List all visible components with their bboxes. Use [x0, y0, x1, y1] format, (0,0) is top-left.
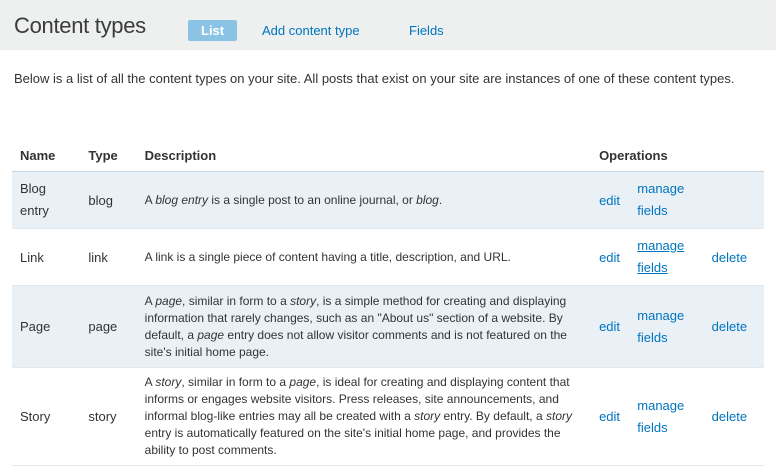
row-name: Link — [12, 228, 81, 286]
row-description: A blog entry is a single post to an onli… — [136, 171, 592, 229]
manage-fields-line-1: manage — [637, 238, 685, 253]
edit-link[interactable]: edit — [599, 250, 620, 265]
manage-fields-line-2: fields — [637, 419, 668, 435]
tab-list[interactable]: List — [188, 20, 238, 41]
description-emphasis: story — [290, 293, 317, 308]
manage-fields-link[interactable]: manage fields — [637, 238, 684, 275]
row-name: Page — [12, 285, 81, 368]
description-emphasis: page — [289, 375, 317, 389]
manage-fields-link[interactable]: manage fields — [637, 308, 684, 345]
tab-add-content-type[interactable]: Add content type — [262, 20, 360, 41]
edit-link[interactable]: edit — [599, 193, 620, 208]
row-description: A story, similar in form to a page, is i… — [136, 367, 592, 466]
page-title: Content types — [14, 13, 146, 38]
description-text: , similar in form to a — [181, 375, 290, 389]
page-header: Content types List Add content type Fiel… — [0, 0, 776, 50]
description-emphasis: blog — [416, 192, 439, 207]
description-text: entry is automatically featured on the s… — [144, 426, 561, 457]
table-row: Link link A link is a single piece of co… — [12, 228, 764, 286]
row-description: A link is a single piece of content havi… — [136, 228, 592, 286]
intro-text: Below is a list of all the content types… — [14, 71, 735, 86]
edit-link[interactable]: edit — [599, 319, 620, 334]
description-emphasis: blog entry — [155, 192, 209, 207]
description-emphasis: story — [545, 409, 572, 423]
table-row: Page page A page, similar in form to a s… — [12, 285, 764, 368]
column-header-name: Name — [12, 140, 81, 172]
content-types-table: Name Type Description Operations Blog en… — [12, 140, 764, 466]
description-text: . — [438, 192, 443, 207]
description-text: entry. By default, a — [440, 409, 546, 423]
manage-fields-link[interactable]: manage fields — [637, 181, 684, 218]
row-type: blog — [80, 171, 137, 229]
column-header-operations: Operations — [591, 140, 764, 172]
manage-fields-link[interactable]: manage fields — [637, 398, 684, 435]
manage-fields-line-2: fields — [637, 329, 668, 345]
delete-link[interactable]: delete — [712, 250, 747, 265]
manage-fields-line-2: fields — [637, 260, 668, 275]
description-text: is a single post to an online journal, o… — [208, 192, 417, 207]
row-name: Blog entry — [12, 171, 81, 229]
description-text: , similar in form to a — [182, 293, 291, 308]
description-emphasis: story — [155, 375, 182, 389]
description-text: A — [144, 375, 156, 389]
tab-fields[interactable]: Fields — [409, 20, 444, 41]
manage-fields-line-1: manage — [637, 307, 685, 323]
description-text: A — [144, 293, 156, 308]
edit-link[interactable]: edit — [599, 409, 620, 424]
table-row: Blog entry blog A blog entry is a single… — [12, 171, 764, 229]
description-emphasis: page — [155, 293, 183, 308]
manage-fields-line-2: fields — [637, 203, 668, 218]
manage-fields-line-1: manage — [637, 397, 685, 413]
description-text: A link is a single piece of content havi… — [144, 249, 511, 264]
row-description: A page, similar in form to a story, is a… — [136, 285, 592, 368]
delete-link[interactable]: delete — [712, 409, 747, 424]
column-header-type: Type — [80, 140, 137, 172]
row-type: link — [80, 228, 137, 286]
table-header-row: Name Type Description Operations — [12, 140, 764, 172]
manage-fields-line-1: manage — [637, 181, 685, 196]
description-emphasis: page — [197, 327, 225, 342]
table-row: Story story A story, similar in form to … — [12, 367, 764, 466]
description-emphasis: story — [414, 409, 441, 423]
row-name: Story — [12, 367, 81, 466]
column-header-description: Description — [136, 140, 592, 172]
description-text: A — [144, 192, 156, 207]
row-type: story — [80, 367, 137, 466]
delete-link[interactable]: delete — [712, 319, 747, 334]
row-type: page — [80, 285, 137, 368]
